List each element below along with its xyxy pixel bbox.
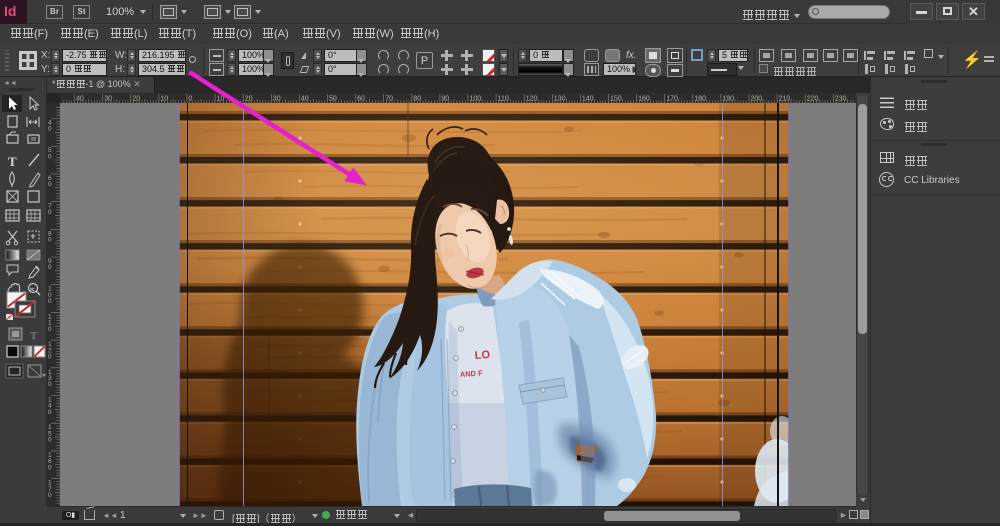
svg-text:0: 0 [48, 209, 52, 216]
svg-text:T: T [8, 154, 17, 169]
svg-text:170: 170 [666, 96, 678, 103]
svg-text:T: T [30, 330, 38, 342]
svg-text:90: 90 [441, 96, 449, 103]
svg-text:180: 180 [694, 96, 706, 103]
svg-text:0: 0 [48, 492, 52, 499]
svg-text:20: 20 [132, 96, 140, 103]
svg-text:130: 130 [554, 96, 566, 103]
svg-text:210: 210 [779, 96, 791, 103]
svg-text:50: 50 [329, 96, 337, 103]
svg-text:10: 10 [160, 96, 168, 103]
svg-text:0: 0 [48, 326, 52, 333]
svg-text:110: 110 [498, 96, 509, 103]
svg-text:0: 0 [48, 153, 52, 160]
svg-text:40: 40 [76, 96, 84, 103]
svg-text:0: 0 [48, 298, 52, 305]
svg-text:0: 0 [48, 126, 52, 133]
svg-text:30: 30 [104, 96, 112, 103]
svg-text:0: 0 [48, 409, 52, 416]
svg-text:20: 20 [245, 96, 253, 103]
svg-text:0: 0 [48, 354, 52, 361]
svg-text:70: 70 [385, 96, 393, 103]
svg-text:40: 40 [301, 96, 309, 103]
svg-text:80: 80 [413, 96, 421, 103]
svg-text:AND F: AND F [460, 368, 484, 379]
svg-text:0: 0 [48, 237, 52, 244]
svg-text:0: 0 [48, 437, 52, 444]
svg-text:150: 150 [610, 96, 622, 103]
svg-text:◄◄: ◄◄ [3, 80, 17, 87]
svg-text:220: 220 [807, 96, 819, 103]
svg-text:0: 0 [48, 264, 52, 271]
svg-text:160: 160 [638, 96, 650, 103]
svg-text:30: 30 [273, 96, 281, 103]
svg-text:230: 230 [835, 96, 847, 103]
svg-text:0: 0 [48, 464, 52, 471]
svg-text:120: 120 [526, 96, 538, 103]
svg-text:0: 0 [48, 181, 52, 188]
svg-text:140: 140 [582, 96, 594, 103]
svg-text:LO: LO [474, 349, 491, 362]
svg-text:200: 200 [751, 96, 763, 103]
svg-text:60: 60 [357, 96, 365, 103]
svg-text:190: 190 [722, 96, 734, 103]
svg-text:10: 10 [217, 96, 225, 103]
svg-text:0: 0 [189, 96, 193, 103]
svg-text:0: 0 [48, 381, 52, 388]
svg-text:100: 100 [470, 96, 482, 103]
